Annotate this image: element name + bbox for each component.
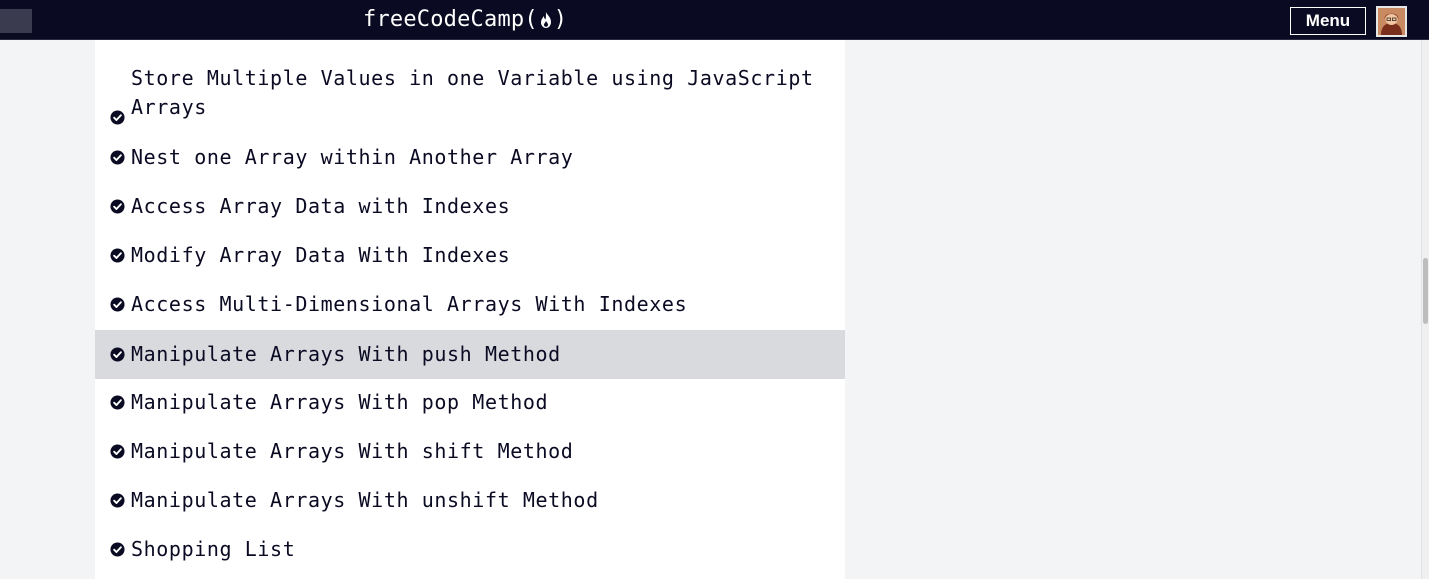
brand-text: freeCodeCamp <box>363 7 525 32</box>
top-navbar: freeCodeCamp ( ) Menu <box>0 0 1429 40</box>
challenge-label: Manipulate Arrays With unshift Method <box>131 488 599 512</box>
challenge-item[interactable]: Manipulate Arrays With pop Method <box>95 388 845 417</box>
brand-paren-open: ( <box>524 7 538 32</box>
challenge-item[interactable]: Access Array Data with Indexes <box>95 192 845 221</box>
challenge-item[interactable]: Manipulate Arrays With unshift Method <box>95 486 845 515</box>
challenge-label: Access Array Data with Indexes <box>131 194 511 218</box>
check-circle-icon <box>110 248 125 263</box>
challenge-item[interactable]: Nest one Array within Another Array <box>95 143 845 172</box>
challenge-label: Store Multiple Values in one Variable us… <box>131 66 814 119</box>
brand-paren-close: ) <box>553 7 568 32</box>
challenge-label: Manipulate Arrays With push Method <box>131 342 561 366</box>
check-circle-icon <box>110 542 125 557</box>
user-avatar[interactable] <box>1376 6 1407 37</box>
check-circle-icon <box>110 395 125 410</box>
brand-logo[interactable]: freeCodeCamp ( ) <box>363 6 567 34</box>
search-bar-stub[interactable] <box>0 9 32 33</box>
check-circle-icon <box>110 110 125 125</box>
challenge-label: Nest one Array within Another Array <box>131 145 574 169</box>
challenge-item-active[interactable]: Manipulate Arrays With push Method <box>95 330 845 379</box>
challenge-item[interactable]: Access Multi-Dimensional Arrays With Ind… <box>95 290 845 319</box>
page-scrollbar-thumb[interactable] <box>1423 258 1428 324</box>
challenge-item[interactable]: Shopping List <box>95 535 845 564</box>
challenge-label: Manipulate Arrays With pop Method <box>131 390 549 414</box>
challenge-label: Shopping List <box>131 537 296 561</box>
check-circle-icon <box>110 493 125 508</box>
check-circle-icon <box>110 150 125 165</box>
challenge-item[interactable]: Manipulate Arrays With shift Method <box>95 437 845 466</box>
check-circle-icon <box>110 444 125 459</box>
check-circle-icon <box>110 297 125 312</box>
check-circle-icon <box>110 347 125 362</box>
check-circle-icon <box>110 199 125 214</box>
challenge-item[interactable]: Store Multiple Values in one Variable us… <box>95 64 845 125</box>
challenge-label: Access Multi-Dimensional Arrays With Ind… <box>131 292 688 316</box>
flame-icon <box>540 12 551 28</box>
challenge-label: Modify Array Data With Indexes <box>131 243 511 267</box>
challenge-label: Manipulate Arrays With shift Method <box>131 439 574 463</box>
menu-button[interactable]: Menu <box>1290 7 1366 35</box>
avatar-image <box>1378 8 1405 35</box>
challenge-item[interactable]: Modify Array Data With Indexes <box>95 241 845 270</box>
challenge-panel: Store Multiple Values in one Variable us… <box>95 40 845 579</box>
